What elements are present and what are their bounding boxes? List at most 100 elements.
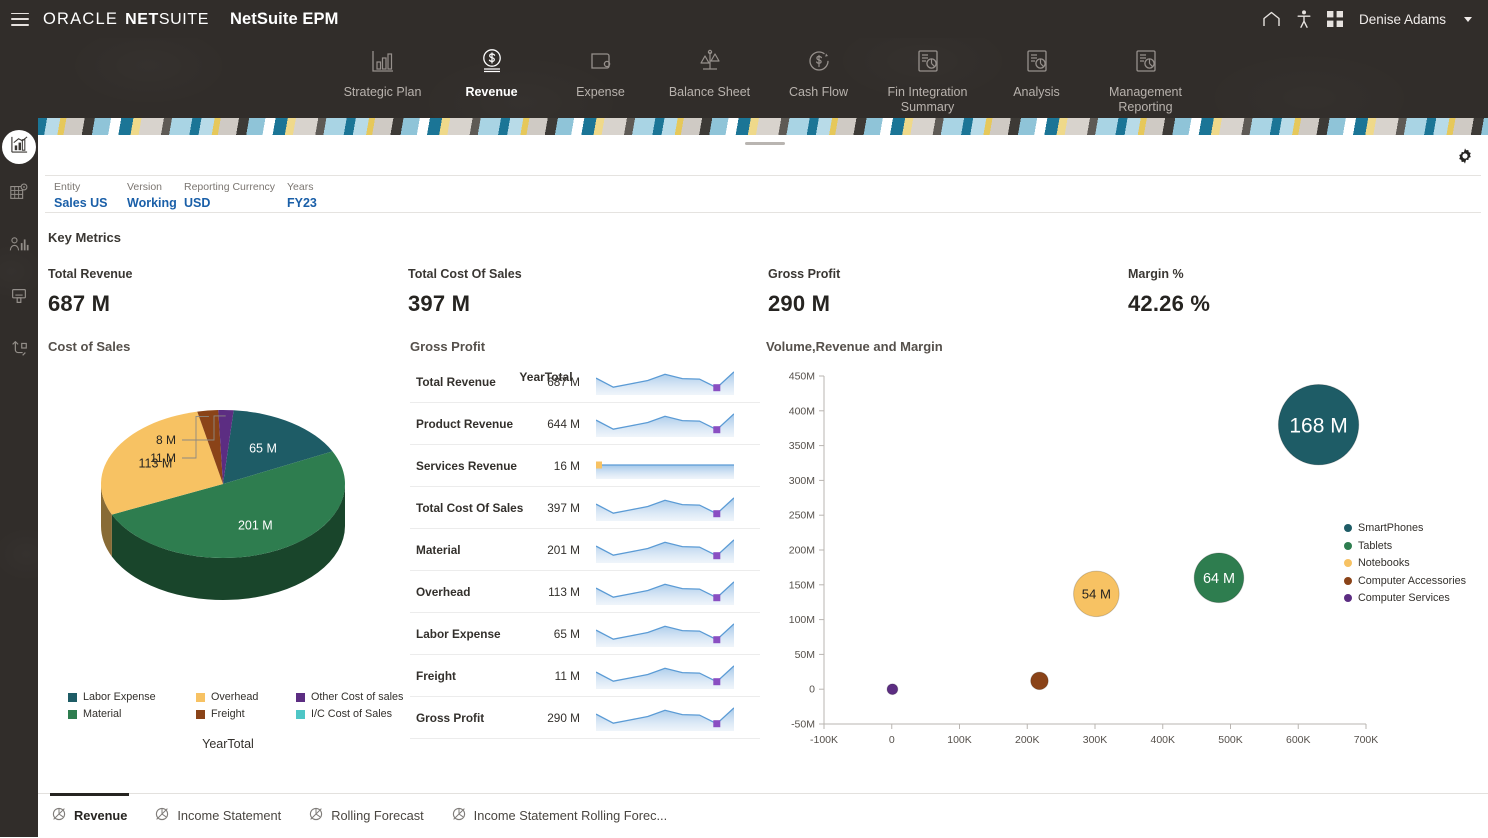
tab-income-statement[interactable]: Income Statement bbox=[141, 794, 295, 838]
nav-item-balance-sheet[interactable]: Balance Sheet bbox=[655, 38, 764, 100]
pov-version[interactable]: Version Working bbox=[127, 181, 175, 212]
nav-item-cash-flow[interactable]: Cash Flow bbox=[764, 38, 873, 100]
row-sparkline bbox=[596, 533, 734, 567]
data-exchange-icon bbox=[9, 338, 29, 363]
row-label: Freight bbox=[416, 669, 456, 683]
gear-icon[interactable] bbox=[1454, 145, 1476, 167]
legend-label: I/C Cost of Sales bbox=[311, 708, 392, 720]
home-icon[interactable] bbox=[1262, 11, 1281, 27]
rail-item-approvals[interactable] bbox=[0, 272, 38, 324]
svg-text:150M: 150M bbox=[789, 579, 815, 591]
pov-label: Reporting Currency bbox=[184, 181, 278, 194]
kpi-value: 290 M bbox=[768, 291, 1128, 317]
row-sparkline bbox=[596, 491, 734, 525]
nav-item-label: Expense bbox=[576, 85, 625, 100]
pov-value[interactable]: USD bbox=[184, 194, 278, 212]
apps-grid-icon[interactable] bbox=[1327, 11, 1343, 27]
nav-item-expense[interactable]: Expense bbox=[546, 38, 655, 100]
row-label: Services Revenue bbox=[416, 459, 517, 473]
key-metrics-row: Total Revenue 687 M Total Cost Of Sales … bbox=[38, 267, 1488, 317]
nav-item-strategic-plan[interactable]: Strategic Plan bbox=[328, 38, 437, 100]
svg-text:64 M: 64 M bbox=[1203, 571, 1235, 587]
accessibility-icon[interactable] bbox=[1297, 10, 1311, 28]
pov-reporting-currency[interactable]: Reporting Currency USD bbox=[184, 181, 278, 212]
legend-item[interactable]: Material bbox=[68, 708, 196, 720]
rail-item-user-analytics[interactable] bbox=[0, 220, 38, 272]
dashboard-tab-icon bbox=[309, 807, 323, 824]
nav-item-fin-integration-summary[interactable]: Fin Integration Summary bbox=[873, 38, 982, 115]
nav-item-label: Analysis bbox=[1013, 85, 1060, 100]
tab-label: Revenue bbox=[74, 808, 127, 823]
tab-income-statement-rolling-forecast[interactable]: Income Statement Rolling Forec... bbox=[438, 794, 681, 838]
legend-item[interactable]: Other Cost of sales bbox=[296, 691, 418, 703]
table-row[interactable]: Gross Profit290 M bbox=[410, 697, 760, 739]
kpi-gross-profit: Gross Profit 290 M bbox=[768, 267, 1128, 317]
row-label: Product Revenue bbox=[416, 417, 513, 431]
table-row[interactable]: Overhead113 M bbox=[410, 571, 760, 613]
pie-chart[interactable]: 65 M201 M113 M8 M11 M bbox=[48, 354, 418, 654]
legend-swatch bbox=[68, 710, 77, 719]
legend-item[interactable]: Computer Services bbox=[1344, 592, 1466, 604]
pov-value[interactable]: Working bbox=[127, 194, 175, 212]
volume-revenue-margin-panel: Volume,Revenue and Margin -50M050M100M15… bbox=[766, 339, 1481, 764]
table-row[interactable]: Product Revenue644 M bbox=[410, 403, 760, 445]
svg-text:400M: 400M bbox=[789, 405, 815, 417]
tab-label: Rolling Forecast bbox=[331, 808, 423, 823]
nav-item-analysis[interactable]: Analysis bbox=[982, 38, 1091, 100]
legend-item[interactable]: I/C Cost of Sales bbox=[296, 708, 418, 720]
row-sparkline bbox=[596, 575, 734, 609]
legend-item[interactable]: Tablets bbox=[1344, 540, 1466, 552]
legend-item[interactable]: Labor Expense bbox=[68, 691, 196, 703]
row-value: 290 M bbox=[530, 711, 580, 725]
user-name-label[interactable]: Denise Adams bbox=[1359, 12, 1446, 27]
pie-axis-label: YearTotal bbox=[48, 737, 408, 751]
pov-value[interactable]: Sales US bbox=[54, 194, 118, 212]
chevron-down-icon[interactable] bbox=[1464, 17, 1472, 22]
panel-drag-handle[interactable] bbox=[745, 142, 785, 145]
nav-item-revenue[interactable]: Revenue bbox=[437, 38, 546, 100]
svg-text:600K: 600K bbox=[1286, 734, 1311, 746]
table-row[interactable]: Freight 11 M bbox=[410, 655, 760, 697]
svg-text:8 M: 8 M bbox=[156, 433, 176, 447]
legend-item[interactable]: Notebooks bbox=[1344, 557, 1466, 569]
table-row[interactable]: Total Cost Of Sales397 M bbox=[410, 487, 760, 529]
hamburger-menu-icon[interactable] bbox=[11, 13, 29, 26]
tab-label: Income Statement bbox=[177, 808, 281, 823]
bubble-chart[interactable]: -50M050M100M150M200M250M300M350M400M450M… bbox=[766, 354, 1481, 764]
kpi-value: 42.26 % bbox=[1128, 291, 1488, 317]
legend-item[interactable]: Computer Accessories bbox=[1344, 575, 1466, 587]
panel-title: Volume,Revenue and Margin bbox=[766, 339, 1481, 354]
tab-revenue[interactable]: Revenue bbox=[38, 794, 141, 838]
cost-of-sales-panel: Cost of Sales 65 M201 M113 M8 M11 M Labo… bbox=[48, 339, 418, 654]
legend-item[interactable]: Freight bbox=[196, 708, 296, 720]
nav-item-management-reporting[interactable]: Management Reporting bbox=[1091, 38, 1200, 115]
svg-text:350M: 350M bbox=[789, 440, 815, 452]
svg-text:200K: 200K bbox=[1015, 734, 1040, 746]
app-title: NetSuite EPM bbox=[230, 10, 338, 29]
gross-profit-table[interactable]: Total Revenue687 MProduct Revenue644 MSe… bbox=[410, 361, 760, 759]
svg-text:500K: 500K bbox=[1218, 734, 1243, 746]
table-row[interactable]: Labor Expense65 M bbox=[410, 613, 760, 655]
table-row[interactable]: Total Revenue687 M bbox=[410, 361, 760, 403]
legend-item[interactable]: Overhead bbox=[196, 691, 296, 703]
tab-rolling-forecast[interactable]: Rolling Forecast bbox=[295, 794, 437, 838]
row-value: 11 M bbox=[530, 669, 580, 683]
grid-settings-icon bbox=[9, 182, 29, 207]
row-sparkline bbox=[596, 701, 734, 735]
table-row[interactable]: Material201 M bbox=[410, 529, 760, 571]
row-label: Material bbox=[416, 543, 461, 557]
row-sparkline bbox=[596, 365, 734, 399]
pie-chart-svg[interactable]: 65 M201 M113 M8 M11 M bbox=[48, 354, 418, 654]
pov-entity[interactable]: Entity Sales US bbox=[54, 181, 118, 212]
rail-item-dashboards[interactable] bbox=[2, 130, 36, 164]
rail-item-data-forms[interactable] bbox=[0, 168, 38, 220]
pov-years[interactable]: Years FY23 bbox=[287, 181, 347, 212]
kpi-total-revenue: Total Revenue 687 M bbox=[48, 267, 408, 317]
pov-value[interactable]: FY23 bbox=[287, 194, 347, 212]
rail-item-data-exchange[interactable] bbox=[0, 324, 38, 376]
legend-item[interactable]: SmartPhones bbox=[1344, 522, 1466, 534]
pov-label: Years bbox=[287, 181, 347, 194]
table-row[interactable]: Services Revenue16 M bbox=[410, 445, 760, 487]
dashboard-content: Entity Sales US Version Working Reportin… bbox=[38, 135, 1488, 837]
panel-title: Cost of Sales bbox=[48, 339, 418, 354]
